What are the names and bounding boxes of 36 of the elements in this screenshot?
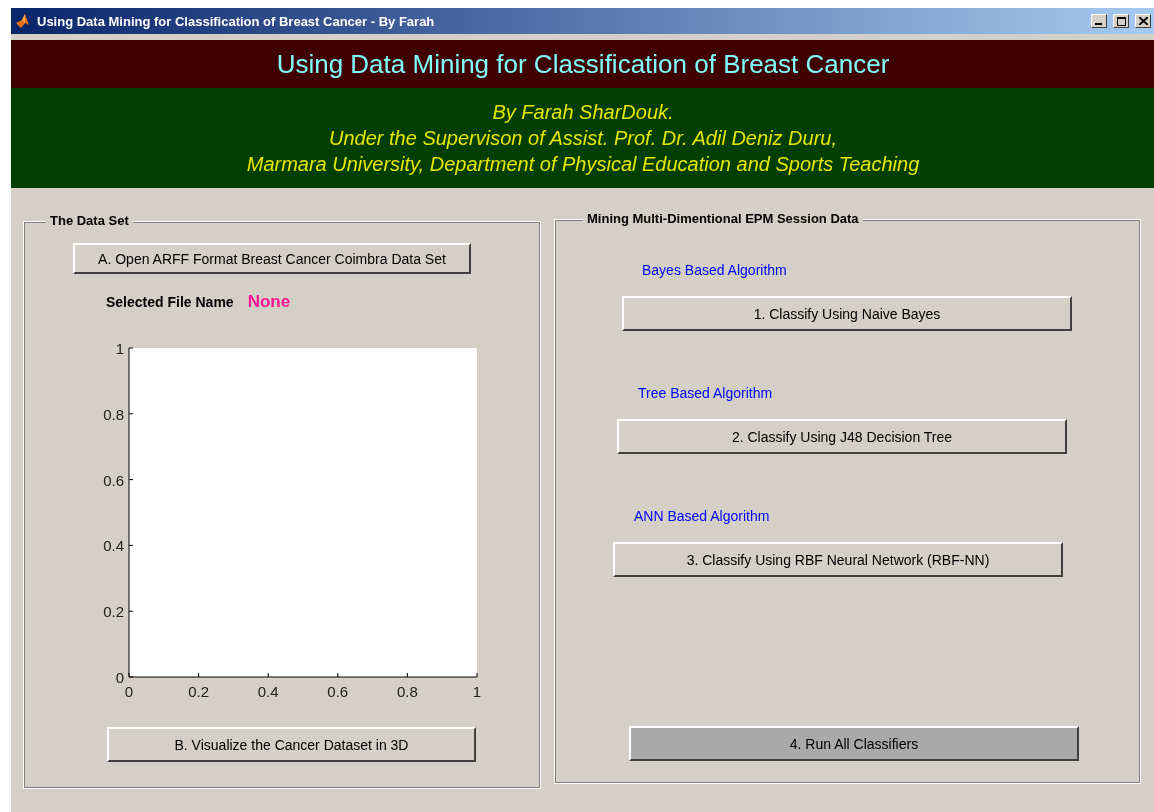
file-name-value: None [247,292,291,312]
x-tick-label: 1 [472,683,482,700]
app-title: Using Data Mining for Classification of Breast Cancer [276,48,890,80]
credit-line: Under the Supervison of Assist. Prof. Dr. Adil Deniz Duru, [329,126,837,150]
classify-button[interactable]: 3. Classify Using RBF Neural Network (RBF-NN) [613,542,1063,577]
classify-button[interactable]: 1. Classify Using Naive Bayes [622,296,1072,331]
x-tick-label: 0.4 [257,683,279,700]
credit-line: By Farah SharDouk. [492,100,674,124]
minimize-button[interactable] [1091,14,1107,28]
panel-title: Mining Multi-Dimentional EPM Session Data [583,211,863,226]
close-icon [1138,17,1148,25]
y-tick-label: 1 [115,340,124,357]
close-button[interactable] [1135,14,1151,28]
x-tick-label: 0.8 [396,683,418,700]
visualize-button[interactable]: B. Visualize the Cancer Dataset in 3D [107,727,476,762]
open-file-button[interactable]: A. Open ARFF Format Breast Cancer Coimbra Data Set [73,243,471,274]
classify-button[interactable]: 2. Classify Using J48 Decision Tree [617,419,1067,454]
y-tick-label: 0.6 [103,471,124,489]
panel-title: The Data Set [46,213,133,228]
x-tick-label: 0.6 [327,683,349,700]
algorithm-label: ANN Based Algorithm [634,508,770,524]
y-tick-label: 0.4 [103,537,124,555]
window-title: Using Data Mining for Classification of Breast Cancer - By Farah [37,13,436,29]
x-tick-label: 0 [124,683,134,700]
credit-line: Marmara University, Department of Physical Education and Sports Teaching [246,152,920,176]
maximize-button[interactable] [1113,14,1129,28]
x-tick-label: 0.2 [188,683,210,700]
algorithm-label: Bayes Based Algorithm [642,262,787,278]
run-all-button[interactable]: 4. Run All Classifiers [629,726,1079,761]
y-tick-label: 0.2 [103,603,124,621]
algorithm-label: Tree Based Algorithm [638,385,773,401]
matlab-logo-icon [15,13,31,29]
maximize-icon [1116,16,1126,26]
file-name-label: Selected File Name [106,294,234,310]
y-tick-label: 0 [115,669,124,686]
y-tick-label: 0.8 [103,405,124,423]
